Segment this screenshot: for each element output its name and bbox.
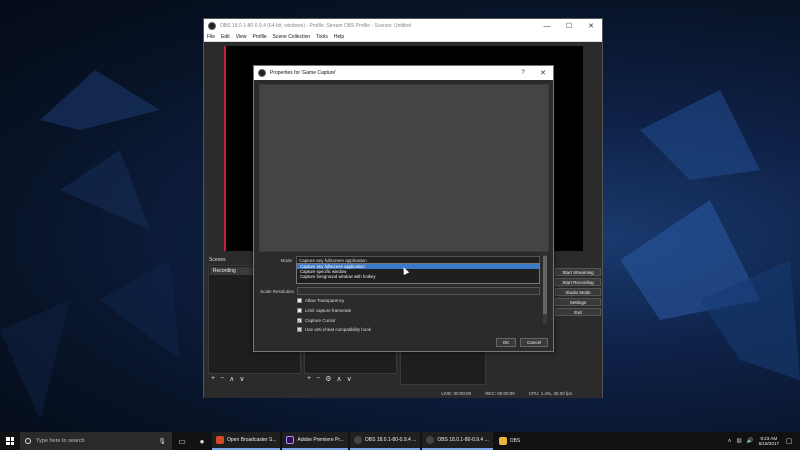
dialog-title: Properties for 'Game Capture' xyxy=(270,70,337,76)
settings-button[interactable]: Settings xyxy=(555,298,601,306)
scenes-label: Scenes xyxy=(209,257,226,263)
anti-cheat-label: Use anti-cheat compatibility hook xyxy=(305,327,372,332)
anti-cheat-row[interactable]: ✓ Use anti-cheat compatibility hook xyxy=(297,327,371,332)
task-view-icon[interactable]: ▭ xyxy=(172,432,192,450)
mode-label: Mode xyxy=(280,258,292,263)
task-obs-2[interactable]: OBS 18.0.1-80-0.9.4 ... xyxy=(422,432,493,450)
cpu-status: CPU: 1.4%, 30.00 fps xyxy=(528,391,572,396)
task-open-broadcaster[interactable]: Open Broadcaster S... xyxy=(212,432,281,450)
dialog-scrollbar[interactable] xyxy=(543,254,547,324)
folder-icon xyxy=(498,437,507,445)
volume-icon[interactable]: 🔊 xyxy=(747,438,754,444)
dialog-close-icon[interactable]: ✕ xyxy=(533,69,553,77)
dialog-scrollbar-thumb[interactable] xyxy=(543,256,547,314)
menu-view[interactable]: View xyxy=(236,34,247,40)
obs-titlebar[interactable]: OBS 18.0.1-80-0.9.4 (64-bit, windows) - … xyxy=(204,19,602,33)
start-streaming-button[interactable]: Start Streaming xyxy=(555,268,601,276)
dialog-app-icon xyxy=(258,69,266,77)
cortana-icon xyxy=(25,438,31,444)
rec-status: REC: 00:00:00 xyxy=(485,391,515,396)
capture-cursor-checkbox[interactable]: ✓ xyxy=(297,318,302,323)
search-placeholder: Type here to search xyxy=(36,438,85,444)
limit-framerate-row[interactable]: Limit capture framerate xyxy=(297,308,351,313)
remove-source-button[interactable]: − xyxy=(316,375,320,383)
allow-transparency-checkbox[interactable] xyxy=(297,298,302,303)
notification-icon[interactable]: ▢ xyxy=(784,437,794,445)
add-scene-button[interactable]: + xyxy=(211,375,215,383)
mode-dropdown-list: Capture any fullscreen application Captu… xyxy=(296,263,540,284)
task-label: Adobe Premiere Pr... xyxy=(297,437,344,443)
task-label: OBS 18.0.1-80-0.9.4 ... xyxy=(364,437,417,443)
cancel-button[interactable]: Cancel xyxy=(520,338,548,347)
anti-cheat-checkbox[interactable]: ✓ xyxy=(297,327,302,332)
scene-down-button[interactable]: ∨ xyxy=(239,375,244,383)
limit-framerate-label: Limit capture framerate xyxy=(305,308,352,313)
properties-dialog: Properties for 'Game Capture' ? ✕ Mode C… xyxy=(253,65,554,352)
microphone-icon[interactable]: 🎙 xyxy=(158,438,166,445)
task-obs-1[interactable]: OBS 18.0.1-80-0.9.4 ... xyxy=(349,432,421,450)
scale-resolution-select[interactable] xyxy=(297,287,540,295)
scale-resolution-label: Scale Resolution xyxy=(260,289,294,294)
capture-cursor-label: Capture Cursor xyxy=(305,318,336,323)
source-down-button[interactable]: ∨ xyxy=(347,375,352,383)
task-label: OBS xyxy=(509,438,521,444)
minimize-icon[interactable]: — xyxy=(536,19,558,33)
allow-transparency-label: Allow Transparency xyxy=(305,298,345,303)
scenes-toolbar: + − ∧ ∨ xyxy=(211,375,244,383)
system-tray: ∧ ▥ 🔊 9:23 AM 5/18/2017 ▢ xyxy=(727,436,800,447)
menu-edit[interactable]: Edit xyxy=(221,34,230,40)
scene-up-button[interactable]: ∧ xyxy=(229,375,234,383)
menu-file[interactable]: File xyxy=(207,34,215,40)
obs-icon xyxy=(426,436,435,444)
menu-tools[interactable]: Tools xyxy=(316,34,328,40)
capture-cursor-row[interactable]: ✓ Capture Cursor xyxy=(297,318,336,323)
help-icon[interactable]: ? xyxy=(513,70,533,76)
start-recording-button[interactable]: Start Recording xyxy=(555,278,601,286)
obs-menubar: File Edit View Profile Scene Collection … xyxy=(204,33,602,42)
task-label: Open Broadcaster S... xyxy=(227,437,277,443)
obs-window-title: OBS 18.0.1-80-0.9.4 (64-bit, windows) - … xyxy=(220,23,411,29)
dialog-titlebar[interactable]: Properties for 'Game Capture' ? ✕ xyxy=(254,66,553,80)
source-up-button[interactable]: ∧ xyxy=(336,375,341,383)
close-icon[interactable]: ✕ xyxy=(580,19,602,33)
premiere-icon xyxy=(286,436,295,444)
obs-app-icon xyxy=(208,22,216,30)
capture-preview xyxy=(259,84,549,252)
studio-mode-button[interactable]: Studio Mode xyxy=(555,288,601,296)
chrome-icon xyxy=(216,436,224,444)
clock-date: 5/18/2017 xyxy=(758,441,779,446)
show-hidden-icons-icon[interactable]: ∧ xyxy=(727,438,731,444)
firefox-icon[interactable]: ● xyxy=(192,432,212,450)
task-adobe-premiere[interactable]: Adobe Premiere Pr... xyxy=(282,432,348,450)
live-status: LIVE: 00:00:00 xyxy=(441,391,472,396)
remove-scene-button[interactable]: − xyxy=(220,375,224,383)
windows-taskbar: Type here to search 🎙 ▭ ● Open Broadcast… xyxy=(0,432,800,450)
menu-profile[interactable]: Profile xyxy=(252,34,266,40)
taskbar-search[interactable]: Type here to search 🎙 xyxy=(20,432,172,450)
allow-transparency-row[interactable]: Allow Transparency xyxy=(297,298,344,303)
menu-scene-collection[interactable]: Scene Collection xyxy=(273,34,311,40)
menu-help[interactable]: Help xyxy=(334,34,344,40)
obs-icon xyxy=(353,436,362,444)
limit-framerate-checkbox[interactable] xyxy=(297,308,302,313)
obs-statusbar: LIVE: 00:00:00 REC: 00:00:00 CPU: 1.4%, … xyxy=(204,389,602,398)
maximize-icon[interactable]: ☐ xyxy=(558,19,580,33)
network-icon[interactable]: ▥ xyxy=(737,438,742,444)
mode-option-hotkey[interactable]: Capture foreground window with hotkey xyxy=(297,274,539,279)
taskbar-clock[interactable]: 9:23 AM 5/18/2017 xyxy=(759,436,779,447)
start-button[interactable] xyxy=(0,432,20,450)
task-label: OBS 18.0.1-80-0.9.4 ... xyxy=(437,437,489,443)
add-source-button[interactable]: + xyxy=(307,375,311,383)
task-obs-folder[interactable]: OBS xyxy=(495,432,525,450)
ok-button[interactable]: OK xyxy=(496,338,516,347)
windows-logo-icon xyxy=(6,437,14,445)
exit-button[interactable]: Exit xyxy=(555,308,601,316)
source-properties-gear-icon[interactable]: ⚙ xyxy=(325,375,331,383)
sources-toolbar: + − ⚙ ∧ ∨ xyxy=(307,375,352,383)
